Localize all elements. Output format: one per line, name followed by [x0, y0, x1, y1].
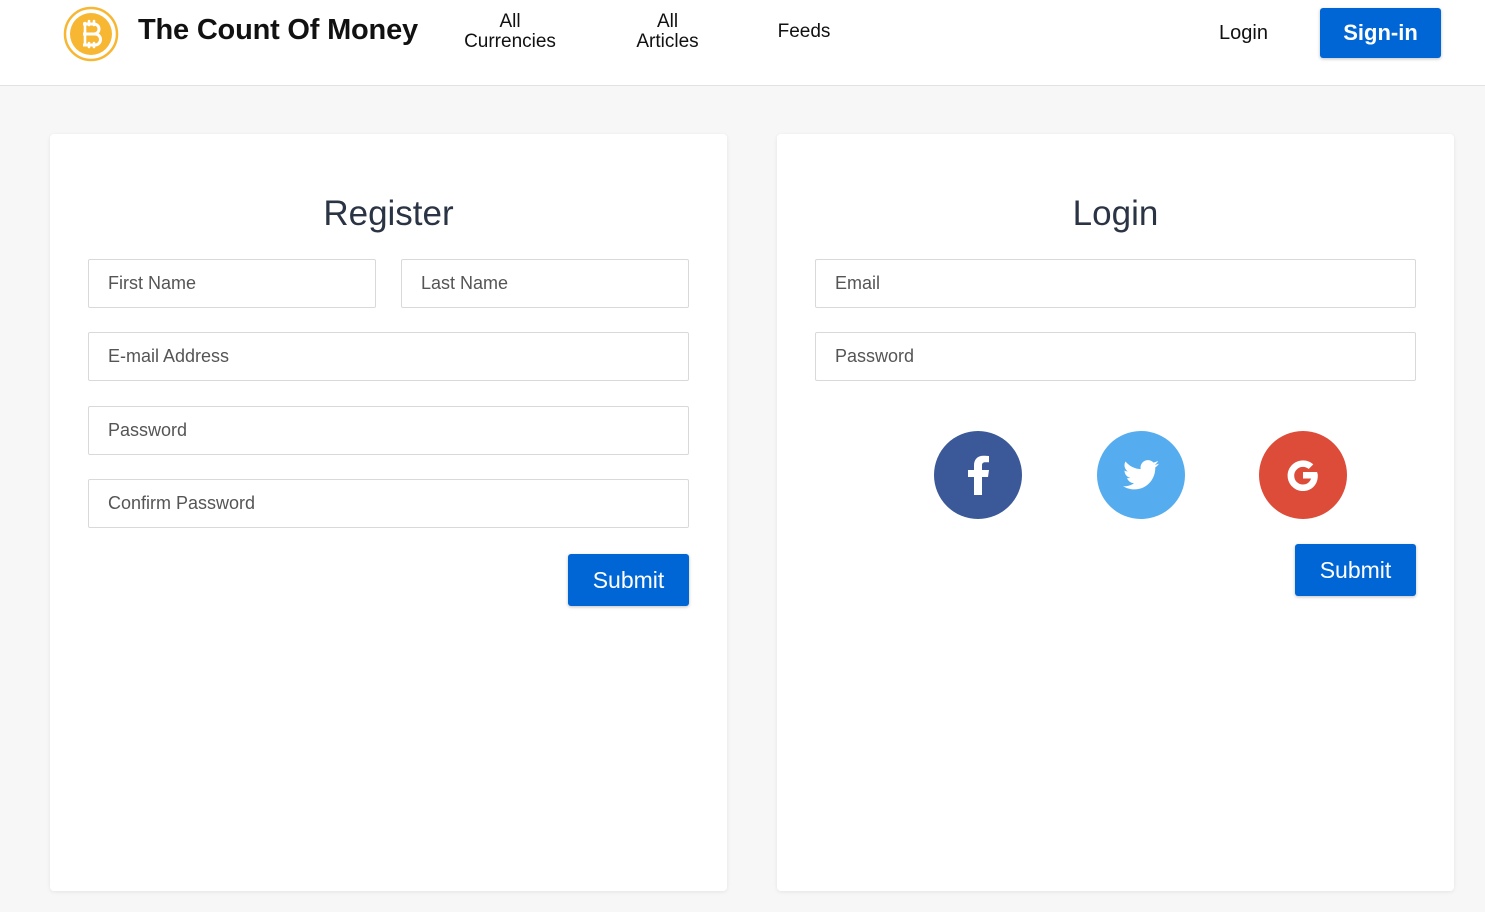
bitcoin-logo-icon[interactable] — [63, 6, 119, 62]
nav-all-currencies-line2: Currencies — [464, 31, 556, 52]
top-navbar: The Count Of Money All Currencies All Ar… — [0, 0, 1485, 86]
register-password-input[interactable] — [89, 407, 688, 454]
nav-all-articles-line2: Articles — [636, 31, 699, 52]
facebook-icon — [968, 455, 989, 495]
login-title: Login — [1072, 194, 1159, 233]
nav-all-articles-line1: All — [656, 11, 679, 32]
login-password-input[interactable] — [816, 333, 1415, 380]
login-card: Login Submit — [777, 134, 1454, 891]
register-password-field — [88, 406, 689, 455]
first-name-field — [88, 259, 376, 308]
last-name-input[interactable] — [402, 260, 688, 307]
nav-feeds-label: Feeds — [777, 21, 831, 42]
login-email-field — [815, 259, 1416, 308]
last-name-field — [401, 259, 689, 308]
register-card: Register Submit — [50, 134, 727, 891]
register-submit-button[interactable]: Submit — [568, 554, 689, 606]
twitter-login-button[interactable] — [1097, 431, 1185, 519]
twitter-icon — [1123, 460, 1159, 490]
confirm-password-input[interactable] — [89, 480, 688, 527]
nav-all-articles[interactable]: All Articles — [625, 12, 710, 52]
brand-title[interactable]: The Count Of Money — [138, 14, 418, 47]
login-email-input[interactable] — [816, 260, 1415, 307]
confirm-password-field — [88, 479, 689, 528]
register-email-input[interactable] — [89, 333, 688, 380]
google-icon — [1287, 460, 1318, 491]
register-email-field — [88, 332, 689, 381]
signin-button[interactable]: Sign-in — [1320, 8, 1441, 58]
google-login-button[interactable] — [1259, 431, 1347, 519]
login-submit-button[interactable]: Submit — [1295, 544, 1416, 596]
register-title: Register — [323, 194, 454, 233]
nav-login-link[interactable]: Login — [1219, 22, 1268, 45]
first-name-input[interactable] — [89, 260, 375, 307]
facebook-login-button[interactable] — [934, 431, 1022, 519]
login-password-field — [815, 332, 1416, 381]
nav-all-currencies[interactable]: All Currencies — [460, 12, 560, 52]
nav-feeds[interactable]: Feeds — [770, 22, 838, 42]
nav-all-currencies-line1: All — [499, 11, 521, 32]
